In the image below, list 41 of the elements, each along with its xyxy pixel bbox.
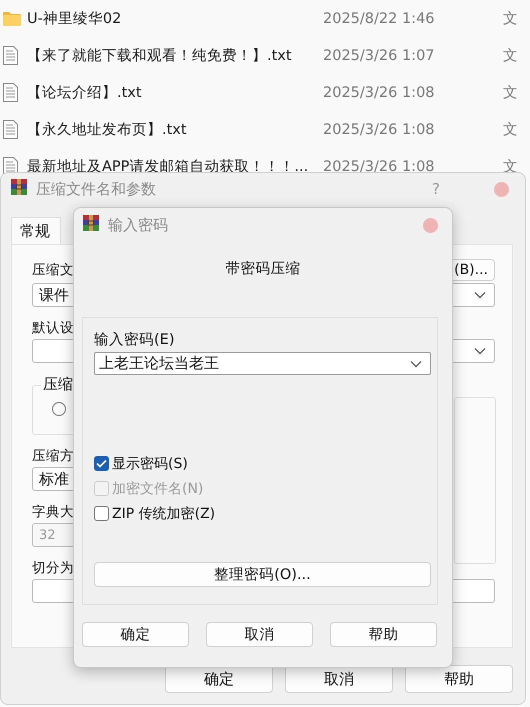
modified-date: 2025/3/26 1:08 — [323, 122, 436, 138]
dialog-button[interactable]: 取消 — [206, 622, 313, 647]
group-label: 压缩 — [41, 375, 75, 394]
dialog-button[interactable]: 确定 — [82, 622, 189, 647]
field-label: 压缩方 — [32, 447, 74, 466]
field-label: 压缩文 — [32, 261, 74, 279]
dropdown-chevron-icon[interactable] — [474, 347, 486, 355]
modified-date: 2025/3/26 1:07 — [323, 48, 436, 64]
folder-icon — [3, 11, 21, 26]
file-type: 文 — [503, 47, 518, 65]
radio-button[interactable] — [52, 402, 66, 416]
modified-date: 2025/8/22 1:46 — [323, 10, 436, 26]
field-label: 切分为 — [32, 559, 74, 578]
archive-icon — [10, 178, 28, 196]
dropdown-chevron-icon[interactable] — [410, 360, 422, 368]
file-type: 文 — [503, 10, 518, 28]
archive-icon — [82, 214, 100, 232]
modified-date: 2025/3/26 1:08 — [323, 158, 436, 174]
window-title: 压缩文件名和参数 — [36, 180, 157, 198]
window-title: 输入密码 — [108, 216, 169, 234]
dialog-button[interactable]: 帮助 — [405, 665, 513, 693]
field-label: 输入密码(E) — [94, 330, 176, 349]
organize-passwords-button[interactable]: 整理密码(O)... — [94, 562, 431, 587]
field-label: 字典大 — [32, 503, 74, 522]
dropdown-chevron-icon[interactable] — [474, 291, 486, 299]
checkbox-label[interactable]: 显示密码(S) — [112, 454, 188, 472]
file-type: 文 — [503, 121, 518, 139]
file-name[interactable]: U-神里绫华02 — [27, 9, 323, 28]
modified-date: 2025/3/26 1:08 — [323, 84, 436, 100]
password-field[interactable]: 上老王论坛当老王 — [94, 352, 431, 375]
checkbox[interactable] — [94, 506, 109, 521]
file-name[interactable]: 【永久地址发布页】.txt — [27, 120, 323, 139]
tab[interactable]: 常规 — [11, 217, 61, 244]
dialog-button[interactable]: 帮助 — [330, 622, 437, 647]
dialog-heading: 带密码压缩 — [224, 260, 302, 279]
file-name[interactable]: 【论坛介绍】.txt — [27, 83, 323, 102]
field-label: 默认设 — [32, 319, 74, 338]
file-name[interactable]: 【来了就能下载和观看！纯免费！】.txt — [27, 46, 323, 65]
checkbox[interactable] — [94, 456, 109, 471]
file-type: 文 — [503, 84, 518, 102]
checkbox-label[interactable]: ZIP 传统加密(Z) — [112, 504, 216, 522]
